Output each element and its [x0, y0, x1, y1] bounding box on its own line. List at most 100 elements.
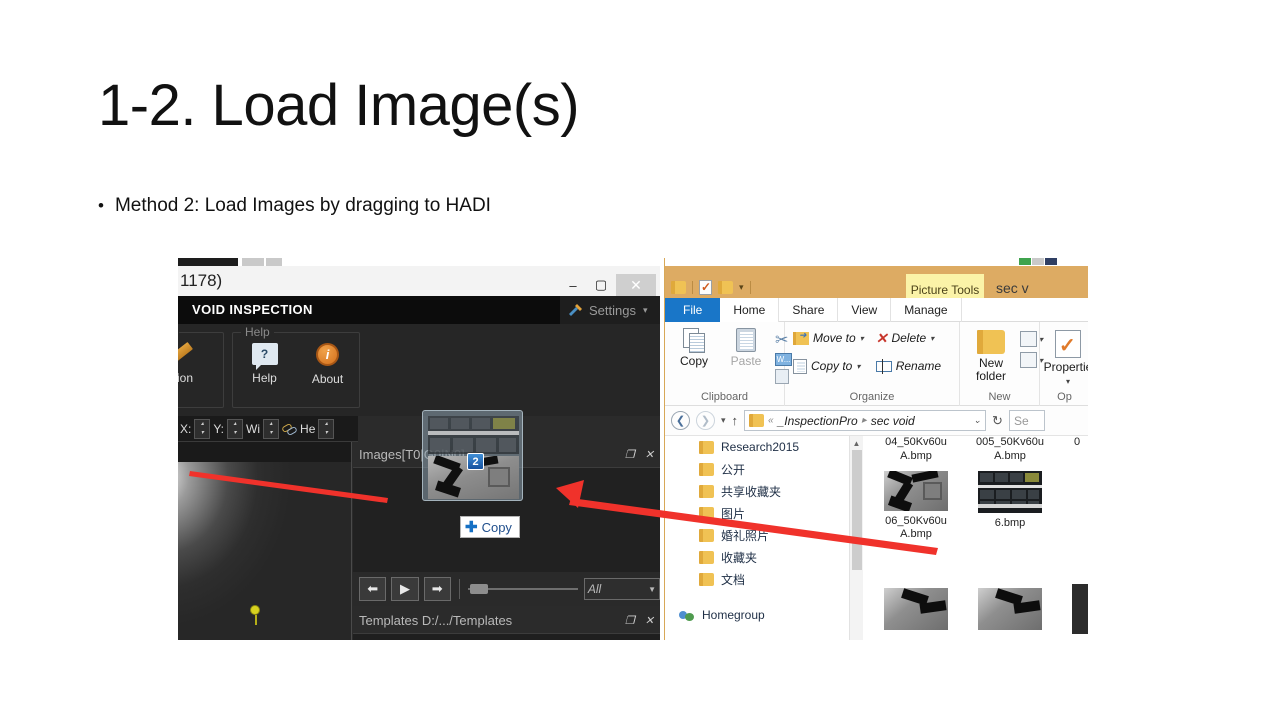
tab-home[interactable]: Home: [720, 298, 780, 322]
folder-icon: [749, 414, 765, 427]
divider: [749, 281, 751, 294]
group-label: ration: [178, 325, 180, 339]
folder-icon: [699, 528, 714, 542]
new-folder-button[interactable]: New folder: [968, 330, 1014, 382]
link-icon[interactable]: [282, 422, 297, 436]
file-thumbnail[interactable]: [1072, 584, 1088, 634]
rename-label: Rename: [895, 359, 942, 373]
rename-button[interactable]: Rename: [875, 356, 942, 376]
back-button[interactable]: ❮: [671, 411, 690, 430]
breadcrumb-segment-2[interactable]: sec void: [871, 414, 915, 428]
pin-marker-icon[interactable]: [250, 605, 260, 625]
properties-button[interactable]: Propertie ▾: [1044, 330, 1088, 386]
divider: [692, 281, 693, 294]
file-thumbnail[interactable]: [884, 588, 948, 630]
ribbon-group-help: Help ? Help i About: [232, 325, 360, 408]
chevron-down-icon[interactable]: ⌄: [973, 415, 981, 426]
copy-label: Copy: [679, 354, 708, 368]
copy-to-button[interactable]: Copy to ▾: [793, 356, 864, 376]
file-tile-3[interactable]: 0 0: [1065, 436, 1088, 542]
forward-button[interactable]: ❯: [696, 411, 715, 430]
history-dropdown-icon[interactable]: ▾: [721, 415, 726, 426]
folder-icon: [699, 506, 714, 520]
folder-icon[interactable]: [671, 281, 686, 294]
breadcrumb[interactable]: « _InspectionPro ▸ sec void ⌄: [744, 410, 987, 431]
app-tab-1[interactable]: [178, 258, 238, 266]
width-stepper[interactable]: ▴ ▾: [263, 418, 280, 439]
delete-icon: ✕: [875, 329, 888, 346]
minimize-button[interactable]: –: [560, 274, 586, 296]
images-toolbar: ⬅ ▶ ➡ All ▼: [353, 572, 660, 606]
nav-item-homegroup[interactable]: Homegroup: [665, 604, 863, 626]
ribbon-group-clipboard: Copy Paste ✂ W... Clipboard: [665, 322, 792, 406]
properties-icon[interactable]: [699, 280, 712, 295]
maximize-button[interactable]: ▢: [588, 274, 614, 296]
nav-scrollbar[interactable]: ▲: [849, 436, 863, 640]
ribbon-item-configuration[interactable]: ration: [178, 343, 206, 385]
refresh-icon[interactable]: ↻: [992, 413, 1003, 429]
file-tile-2[interactable]: 005_50Kv60u A.bmp 6.bmp: [971, 436, 1049, 542]
nav-item-research2015[interactable]: Research2015: [665, 436, 863, 458]
restore-icon[interactable]: ❐: [625, 448, 635, 461]
file-tile-box[interactable]: 6.bmp: [971, 464, 1049, 542]
move-to-label: Move to: [813, 331, 856, 345]
height-stepper[interactable]: ▴ ▾: [318, 418, 335, 439]
scroll-up-icon[interactable]: ▲: [850, 436, 863, 450]
nav-item-label: Research2015: [721, 440, 800, 454]
zoom-slider[interactable]: [467, 579, 578, 599]
paste-button[interactable]: Paste: [723, 328, 769, 368]
filter-dropdown[interactable]: All ▼: [583, 578, 660, 600]
file-tile-1[interactable]: 04_50Kv60u A.bmp 06_50Kv60u A.bmp: [877, 436, 955, 542]
y-stepper[interactable]: ▴ ▾: [227, 418, 244, 439]
nav-item-documents[interactable]: 文档: [665, 568, 863, 590]
file-tile-box[interactable]: 0: [1065, 464, 1088, 542]
close-icon[interactable]: ✕: [645, 448, 654, 461]
scrollbar-thumb[interactable]: [852, 450, 862, 570]
tab-manage[interactable]: Manage: [891, 298, 962, 322]
app-tab-2[interactable]: [242, 258, 264, 266]
search-input[interactable]: Se: [1008, 410, 1045, 431]
settings-button[interactable]: Settings ▾: [560, 296, 660, 324]
file-tile-box[interactable]: 06_50Kv60u A.bmp: [877, 464, 955, 542]
move-to-button[interactable]: Move to ▾: [793, 328, 864, 348]
x-stepper[interactable]: ▴ ▾: [194, 418, 211, 439]
tab-view[interactable]: View: [838, 298, 892, 322]
app-tabstrip: [178, 258, 660, 266]
file-toplabel: 04_50Kv60u A.bmp: [885, 436, 947, 462]
nav-item-pictures[interactable]: 图片: [665, 502, 863, 524]
templates-panel-header: Templates D:/.../Templates ❐ ✕: [353, 608, 660, 634]
file-thumbnail[interactable]: [978, 588, 1042, 630]
next-button[interactable]: ➡: [423, 577, 451, 601]
app-tab-3[interactable]: [266, 258, 282, 266]
close-icon[interactable]: ✕: [645, 614, 654, 627]
explorer-window-title: sec v: [996, 280, 1029, 296]
breadcrumb-overflow[interactable]: «: [768, 415, 774, 426]
ribbon-group-new: New folder ▾ ▾ New: [960, 322, 1043, 406]
x-label: X:: [180, 421, 192, 436]
nav-item-shared-favorites[interactable]: 共享收藏夹: [665, 480, 863, 502]
up-button[interactable]: ↑: [732, 413, 739, 428]
ribbon-item-help[interactable]: ? Help: [237, 343, 293, 385]
breadcrumb-segment-1[interactable]: _InspectionPro: [778, 414, 858, 428]
nav-item-public[interactable]: 公开: [665, 458, 863, 480]
new-folder-icon[interactable]: [718, 281, 733, 294]
nav-item-wedding-photos[interactable]: 婚礼照片: [665, 524, 863, 546]
app-titlebar: 1178) – ▢ ✕: [178, 266, 660, 296]
drag-copy-tooltip: ✚ Copy: [460, 516, 520, 538]
chevron-down-icon[interactable]: ▾: [739, 282, 744, 293]
ribbon-group-organize: Move to ▾ Copy to ▾ ✕ Delete: [785, 322, 960, 406]
ribbon-item-about[interactable]: i About: [300, 343, 356, 386]
copy-button[interactable]: Copy: [671, 328, 717, 368]
delete-button[interactable]: ✕ Delete ▾: [876, 328, 941, 348]
tab-file[interactable]: File: [665, 298, 721, 322]
slider-thumb[interactable]: [469, 584, 488, 594]
close-button[interactable]: ✕: [616, 274, 656, 296]
play-button[interactable]: ▶: [391, 577, 419, 601]
nav-item-favorites[interactable]: 收藏夹: [665, 546, 863, 568]
tab-share[interactable]: Share: [779, 298, 839, 322]
previous-button[interactable]: ⬅: [359, 577, 387, 601]
image-viewport[interactable]: [178, 442, 352, 640]
chevron-down-icon: ▾: [856, 361, 861, 371]
restore-icon[interactable]: ❐: [625, 614, 635, 627]
group-label: Help: [241, 325, 274, 339]
